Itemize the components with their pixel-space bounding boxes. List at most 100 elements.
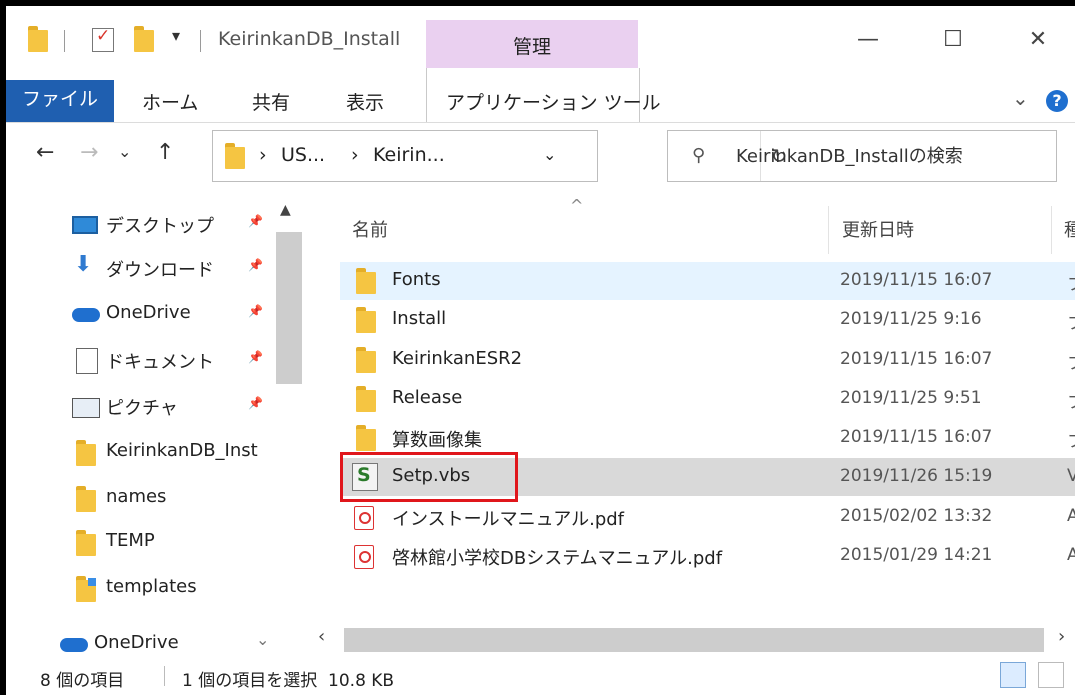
minimize-button[interactable]: — (836, 20, 900, 60)
search-icon: ⚲ (692, 145, 706, 166)
item-count: 8 個の項目 (40, 671, 125, 691)
file-name: KeirinkanESR2 (392, 348, 523, 369)
scroll-left-icon[interactable]: ‹ (318, 626, 325, 647)
sidebar-item-label: TEMP (106, 530, 155, 551)
scroll-right-icon[interactable]: › (1058, 626, 1065, 647)
folder-icon (356, 425, 376, 451)
sidebar-item-temp[interactable]: TEMP (68, 524, 298, 564)
sidebar-item-label: names (106, 486, 167, 507)
documents-icon (76, 348, 98, 374)
column-header-type[interactable]: 種 (1064, 216, 1075, 242)
status-divider (164, 666, 165, 686)
navpane-scrollbar[interactable]: ▲ (274, 198, 304, 654)
column-header-name[interactable]: 名前 (352, 216, 388, 242)
sidebar-item-names[interactable]: names (68, 480, 298, 520)
file-type: V (1067, 466, 1075, 486)
column-divider[interactable] (1051, 206, 1052, 254)
pin-icon[interactable]: 📌 (248, 350, 263, 364)
breadcrumb-item[interactable]: Keirin... (373, 144, 445, 166)
sidebar-item-pictures[interactable]: ピクチャ 📌 (68, 388, 298, 428)
scrollbar-thumb[interactable] (344, 628, 1044, 652)
tab-view[interactable]: 表示 (346, 88, 384, 115)
table-row[interactable]: 啓林館小学校DBシステムマニュアル.pdf 2015/01/29 14:21 A (340, 537, 1075, 575)
file-type: A (1067, 506, 1075, 526)
pin-icon[interactable]: 📌 (248, 304, 263, 318)
large-icons-view-icon[interactable] (1038, 662, 1064, 688)
details-view-icon[interactable] (1000, 662, 1026, 688)
tab-file[interactable]: ファイル (6, 80, 114, 122)
folder-icon (76, 440, 96, 466)
navigation-pane: デスクトップ 📌 ⬇ ダウンロード 📌 OneDrive 📌 ドキュメント 📌 … (6, 198, 304, 654)
properties-icon[interactable]: ✓ (92, 26, 114, 52)
file-name: Fonts (392, 269, 441, 290)
back-arrow-icon[interactable]: ← (36, 140, 54, 165)
folder-icon (76, 530, 96, 556)
tab-application-tools[interactable]: アプリケーション ツール (446, 88, 661, 115)
file-type: フ (1067, 270, 1075, 295)
folder-icon (356, 307, 376, 333)
tab-share[interactable]: 共有 (252, 88, 290, 115)
up-arrow-icon[interactable]: ↑ (156, 140, 174, 165)
folder-icon (76, 486, 96, 512)
close-button[interactable]: ✕ (1006, 20, 1070, 60)
maximize-button[interactable]: ☐ (921, 20, 985, 60)
folder-icon[interactable] (28, 26, 48, 52)
highlight-box (340, 452, 518, 502)
breadcrumb-item[interactable]: US... (281, 144, 325, 166)
file-date: 2019/11/15 16:07 (840, 349, 993, 369)
sidebar-item-desktop[interactable]: デスクトップ 📌 (68, 206, 298, 246)
folder-icon (356, 386, 376, 412)
pictures-icon (72, 398, 100, 418)
file-name: 算数画像集 (392, 430, 482, 451)
context-tab-manage[interactable]: 管理 (426, 20, 638, 68)
breadcrumb-chevron-icon[interactable]: › (259, 144, 267, 166)
folder-icon (356, 347, 376, 373)
table-row[interactable]: KeirinkanESR2 2019/11/15 16:07 フ (340, 341, 1075, 379)
navigation-bar: ← → ⌄ ↑ › US... › Keirin... ⌄ ↻ ⚲ (6, 122, 1075, 198)
scroll-up-icon[interactable]: ▲ (280, 202, 291, 218)
help-icon[interactable]: ? (1046, 90, 1068, 112)
sidebar-item-label: templates (106, 576, 197, 597)
column-header-modified[interactable]: 更新日時 (842, 216, 914, 242)
sort-ascending-icon: ^ (570, 196, 584, 215)
ribbon-expand-icon[interactable]: ⌄ (1012, 86, 1029, 110)
file-date: 2019/11/15 16:07 (840, 270, 993, 290)
file-type: A (1067, 545, 1075, 565)
sidebar-item-label: KeirinkanDB_Inst (106, 440, 258, 461)
pdf-icon (354, 506, 374, 530)
tab-home[interactable]: ホーム (142, 88, 198, 115)
collapse-chevron-icon[interactable]: ⌄ (256, 630, 269, 649)
search-box[interactable]: ⚲ (667, 130, 1057, 182)
breadcrumb-chevron-icon[interactable]: › (351, 144, 359, 166)
pin-icon[interactable]: 📌 (248, 258, 263, 272)
recent-locations-icon[interactable]: ⌄ (118, 142, 131, 161)
table-row[interactable]: Fonts 2019/11/15 16:07 フ (340, 262, 1075, 300)
horizontal-scrollbar[interactable]: ‹ › (304, 624, 1075, 654)
table-row[interactable]: Release 2019/11/25 9:51 フ (340, 380, 1075, 418)
sidebar-item-templates[interactable]: templates (68, 570, 298, 610)
sidebar-item-documents[interactable]: ドキュメント 📌 (68, 342, 298, 382)
sidebar-item-downloads[interactable]: ⬇ ダウンロード 📌 (68, 250, 298, 290)
new-folder-icon[interactable] (134, 26, 154, 52)
scrollbar-thumb[interactable] (276, 232, 302, 384)
column-divider[interactable] (828, 206, 829, 254)
forward-arrow-icon[interactable]: → (80, 140, 98, 165)
cloud-icon (72, 308, 100, 322)
file-date: 2019/11/25 9:16 (840, 309, 982, 329)
qat-dropdown-icon[interactable]: ▾ (172, 26, 180, 45)
ribbon-tabs: ファイル ホーム 共有 表示 アプリケーション ツール ⌄ ? (6, 68, 1075, 123)
pin-icon[interactable]: 📌 (248, 396, 263, 410)
address-dropdown-icon[interactable]: ⌄ (543, 145, 556, 164)
table-row[interactable]: Install 2019/11/25 9:16 フ (340, 301, 1075, 339)
pin-icon[interactable]: 📌 (248, 214, 263, 228)
file-name: Install (392, 308, 447, 329)
search-input[interactable] (734, 143, 1038, 169)
folder-icon (356, 268, 376, 294)
sidebar-item-onedrive[interactable]: OneDrive 📌 (68, 296, 298, 336)
file-type: フ (1067, 388, 1075, 413)
table-row[interactable]: インストールマニュアル.pdf 2015/02/02 13:32 A (340, 498, 1075, 536)
sidebar-item-label: ドキュメント (106, 352, 214, 373)
sidebar-item-keirinkandb-install[interactable]: KeirinkanDB_Inst (68, 434, 298, 474)
sidebar-item-label: ピクチャ (106, 398, 178, 419)
address-bar[interactable]: › US... › Keirin... ⌄ ↻ (212, 130, 787, 182)
